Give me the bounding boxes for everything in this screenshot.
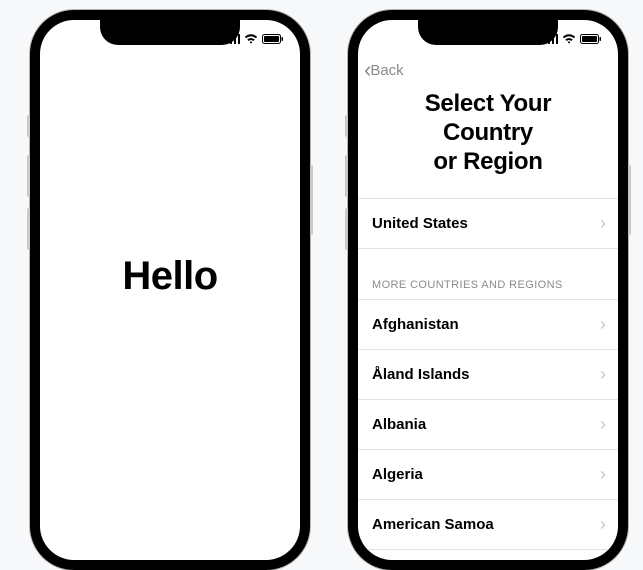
mute-switch	[27, 115, 30, 137]
country-row[interactable]: Andorra ›	[358, 550, 618, 560]
chevron-right-icon: ›	[600, 414, 606, 435]
back-label: Back	[370, 62, 403, 79]
country-row-united-states[interactable]: United States ›	[358, 198, 618, 249]
volume-up-button	[27, 155, 30, 197]
country-row[interactable]: Åland Islands ›	[358, 350, 618, 400]
section-header-more: MORE COUNTRIES AND REGIONS	[358, 249, 618, 299]
country-row[interactable]: American Samoa ›	[358, 500, 618, 550]
battery-icon	[580, 34, 602, 44]
mute-switch	[345, 115, 348, 137]
chevron-right-icon: ›	[600, 364, 606, 385]
notch	[418, 20, 558, 45]
phone-device-region: ‹ Back Select Your Country or Region Uni…	[348, 10, 628, 570]
wifi-icon	[562, 34, 576, 44]
hello-text: Hello	[122, 254, 217, 299]
country-label: Åland Islands	[372, 366, 470, 383]
phone-device-hello: Hello	[30, 10, 310, 570]
power-button	[628, 165, 631, 235]
phone-screen: Hello	[40, 20, 300, 560]
country-row[interactable]: Albania ›	[358, 400, 618, 450]
phone-screen: ‹ Back Select Your Country or Region Uni…	[358, 20, 618, 560]
wifi-icon	[244, 34, 258, 44]
hello-screen[interactable]: Hello	[40, 52, 300, 560]
chevron-right-icon: ›	[600, 213, 606, 234]
back-button[interactable]: ‹ Back	[364, 59, 404, 81]
chevron-right-icon: ›	[600, 314, 606, 335]
country-label: Afghanistan	[372, 316, 459, 333]
top-country-list: United States ›	[358, 198, 618, 249]
volume-up-button	[345, 155, 348, 197]
title-line-1: Select Your Country	[425, 90, 552, 146]
page-title: Select Your Country or Region	[358, 82, 618, 198]
country-label: American Samoa	[372, 516, 494, 533]
more-countries-list: Afghanistan › Åland Islands › Albania › …	[358, 299, 618, 560]
country-label: Albania	[372, 416, 426, 433]
country-label: United States	[372, 215, 468, 232]
volume-down-button	[345, 208, 348, 250]
country-row[interactable]: Algeria ›	[358, 450, 618, 500]
notch	[100, 20, 240, 45]
country-row[interactable]: Afghanistan ›	[358, 299, 618, 350]
nav-bar: ‹ Back	[358, 52, 618, 82]
power-button	[310, 165, 313, 235]
volume-down-button	[27, 208, 30, 250]
country-label: Algeria	[372, 466, 423, 483]
battery-icon	[262, 34, 284, 44]
chevron-right-icon: ›	[600, 514, 606, 535]
chevron-right-icon: ›	[600, 464, 606, 485]
title-line-2: or Region	[433, 148, 542, 175]
